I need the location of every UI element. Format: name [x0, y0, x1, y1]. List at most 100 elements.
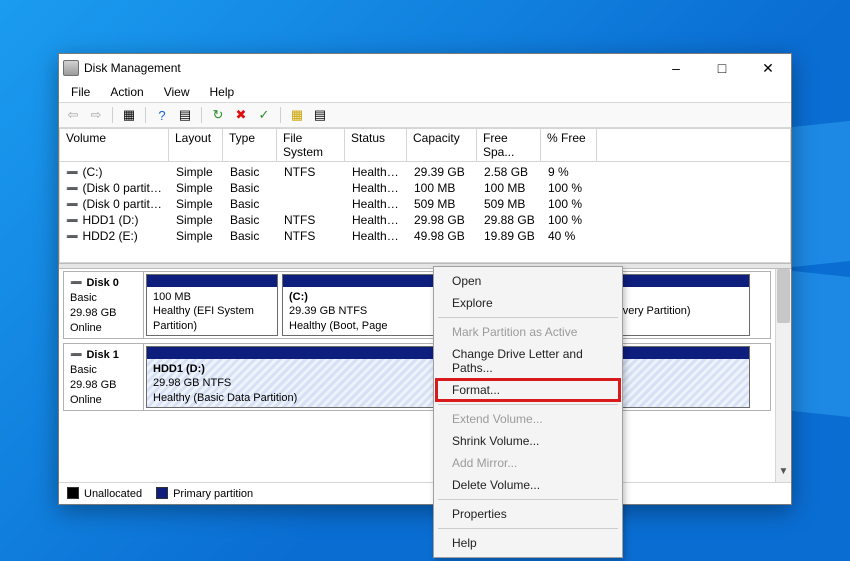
volume-cell-capacity: 49.98 GB: [408, 228, 478, 244]
ctx-delete-volume[interactable]: Delete Volume...: [436, 474, 620, 496]
close-button[interactable]: ✕: [745, 54, 791, 82]
volume-cell-fs: [278, 180, 346, 196]
scroll-thumb[interactable]: [777, 269, 790, 323]
volume-cell-type: Basic: [224, 228, 278, 244]
app-icon: [63, 60, 79, 76]
disk-info[interactable]: Disk 0Basic29.98 GBOnline: [64, 272, 144, 338]
volume-cell-name: HDD1 (D:): [60, 212, 170, 228]
ctx-change-drive-letter[interactable]: Change Drive Letter and Paths...: [436, 343, 620, 379]
maximize-button[interactable]: □: [699, 54, 745, 82]
detail-view-icon[interactable]: ▤: [310, 105, 330, 125]
ctx-format[interactable]: Format...: [436, 379, 620, 401]
partition[interactable]: 100 MBHealthy (EFI System Partition): [146, 274, 278, 336]
volume-cell-fs: NTFS: [278, 164, 346, 180]
menu-file[interactable]: File: [63, 84, 98, 100]
ctx-add-mirror: Add Mirror...: [436, 452, 620, 474]
disk-diagram: Disk 0Basic29.98 GBOnline100 MBHealthy (…: [59, 269, 775, 482]
volume-row[interactable]: HDD1 (D:)SimpleBasicNTFSHealthy (B... 29.…: [60, 212, 790, 228]
volume-list[interactable]: (C:)SimpleBasicNTFSHealthy (B...29.39 GB…: [59, 162, 791, 263]
volume-cell-name: (Disk 0 partition 4): [60, 196, 170, 212]
legend-primary: Primary partition: [156, 487, 253, 500]
ctx-explore[interactable]: Explore: [436, 292, 620, 314]
volume-cell-fs: NTFS: [278, 212, 346, 228]
volume-cell-free: 509 MB: [478, 196, 542, 212]
volume-cell-type: Basic: [224, 180, 278, 196]
ctx-mark-active: Mark Partition as Active: [436, 321, 620, 343]
volume-cell-fs: NTFS: [278, 228, 346, 244]
col-layout[interactable]: Layout: [169, 128, 223, 161]
ctx-open[interactable]: Open: [436, 270, 620, 292]
refresh-icon[interactable]: ↻: [208, 105, 228, 125]
col-pctfree[interactable]: % Free: [541, 128, 597, 161]
volume-list-header: Volume Layout Type File System Status Ca…: [59, 128, 791, 162]
delete-icon[interactable]: ✖: [231, 105, 251, 125]
volume-cell-type: Basic: [224, 212, 278, 228]
scroll-down-icon[interactable]: ▼: [776, 466, 791, 482]
volume-row[interactable]: (Disk 0 partition 1)SimpleBasic Healthy (…: [60, 180, 790, 196]
titlebar[interactable]: Disk Management – □ ✕: [59, 54, 791, 82]
ctx-extend-volume: Extend Volume...: [436, 408, 620, 430]
ctx-help[interactable]: Help: [436, 532, 620, 554]
volume-cell-free: 19.89 GB: [478, 228, 542, 244]
col-status[interactable]: Status: [345, 128, 407, 161]
volume-cell-layout: Simple: [170, 180, 224, 196]
col-freespace[interactable]: Free Spa...: [477, 128, 541, 161]
nav-forward-icon: ⇨: [86, 105, 106, 125]
disk-info[interactable]: Disk 1Basic29.98 GBOnline: [64, 344, 144, 410]
help-icon[interactable]: ?: [152, 105, 172, 125]
volume-cell-status: Healthy (E...: [346, 180, 408, 196]
col-filler: [597, 128, 791, 161]
volume-row[interactable]: (C:)SimpleBasicNTFSHealthy (B...29.39 GB…: [60, 164, 790, 180]
volume-row[interactable]: (Disk 0 partition 4)SimpleBasic Healthy (…: [60, 196, 790, 212]
volume-cell-type: Basic: [224, 164, 278, 180]
volume-cell-status: Healthy (B...: [346, 164, 408, 180]
volume-cell-name: (Disk 0 partition 1): [60, 180, 170, 196]
legend-unallocated: Unallocated: [67, 487, 142, 500]
minimize-button[interactable]: –: [653, 54, 699, 82]
legend: Unallocated Primary partition: [59, 482, 791, 504]
volume-cell-layout: Simple: [170, 228, 224, 244]
volume-cell-status: Healthy (B...: [346, 228, 408, 244]
vertical-scrollbar[interactable]: ▲ ▼: [775, 269, 791, 482]
volume-cell-fs: [278, 196, 346, 212]
menubar: File Action View Help: [59, 82, 791, 102]
menu-help[interactable]: Help: [202, 84, 243, 100]
context-menu: Open Explore Mark Partition as Active Ch…: [433, 266, 623, 558]
volume-cell-status: Healthy (R...: [346, 196, 408, 212]
check-icon[interactable]: ✓: [254, 105, 274, 125]
list-view-icon[interactable]: ▦: [287, 105, 307, 125]
col-filesystem[interactable]: File System: [277, 128, 345, 161]
volume-cell-pct: 100 %: [542, 196, 598, 212]
volume-cell-type: Basic: [224, 196, 278, 212]
ctx-properties[interactable]: Properties: [436, 503, 620, 525]
volume-cell-pct: 40 %: [542, 228, 598, 244]
menu-view[interactable]: View: [156, 84, 198, 100]
volume-cell-pct: 9 %: [542, 164, 598, 180]
col-volume[interactable]: Volume: [59, 128, 169, 161]
volume-cell-layout: Simple: [170, 164, 224, 180]
ctx-shrink-volume[interactable]: Shrink Volume...: [436, 430, 620, 452]
volume-cell-status: Healthy (B...: [346, 212, 408, 228]
volume-cell-capacity: 29.39 GB: [408, 164, 478, 180]
volume-cell-layout: Simple: [170, 196, 224, 212]
volume-cell-free: 29.88 GB: [478, 212, 542, 228]
volume-cell-capacity: 509 MB: [408, 196, 478, 212]
volume-row[interactable]: HDD2 (E:)SimpleBasicNTFSHealthy (B...49.…: [60, 228, 790, 244]
disk-management-window: Disk Management – □ ✕ File Action View H…: [58, 53, 792, 505]
show-hide-tree-icon[interactable]: ▦: [119, 105, 139, 125]
properties-icon[interactable]: ▤: [175, 105, 195, 125]
volume-cell-capacity: 100 MB: [408, 180, 478, 196]
volume-cell-pct: 100 %: [542, 212, 598, 228]
menu-action[interactable]: Action: [102, 84, 151, 100]
nav-back-icon: ⇦: [63, 105, 83, 125]
col-type[interactable]: Type: [223, 128, 277, 161]
volume-cell-free: 2.58 GB: [478, 164, 542, 180]
volume-cell-name: (C:): [60, 164, 170, 180]
col-capacity[interactable]: Capacity: [407, 128, 477, 161]
volume-cell-layout: Simple: [170, 212, 224, 228]
toolbar: ⇦ ⇨ ▦ ? ▤ ↻ ✖ ✓ ▦ ▤: [59, 102, 791, 128]
disk: Disk 0Basic29.98 GBOnline100 MBHealthy (…: [63, 271, 771, 339]
volume-cell-pct: 100 %: [542, 180, 598, 196]
disk: Disk 1Basic29.98 GBOnlineHDD1 (D:)29.98 …: [63, 343, 771, 411]
window-title: Disk Management: [84, 61, 653, 75]
